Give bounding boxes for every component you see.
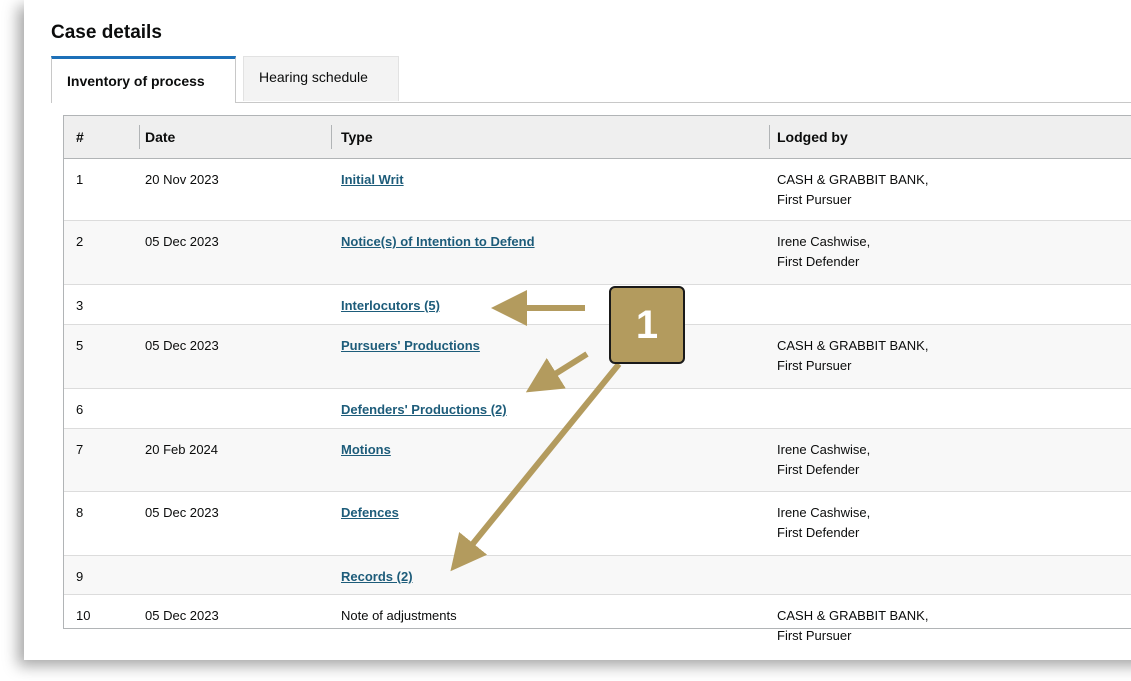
cell-type: Defenders' Productions (2): [341, 402, 507, 417]
inventory-table: # Date Type Lodged by 1 20 Nov 2023 Initia…: [63, 115, 1131, 643]
lodged-by-role: First Defender: [777, 462, 860, 477]
tab-hearing-schedule[interactable]: Hearing schedule: [243, 56, 399, 101]
table-row: 9 Records (2): [64, 556, 1131, 595]
lodged-by-name: CASH & GRABBIT BANK,: [777, 172, 929, 187]
document-type-link[interactable]: Records (2): [341, 569, 413, 584]
cell-type: Notice(s) of Intention to Defend: [341, 234, 535, 249]
cell-number: 9: [76, 569, 84, 584]
cell-number: 7: [76, 442, 84, 457]
cell-type: Defences: [341, 505, 399, 520]
cell-number: 8: [76, 505, 84, 520]
document-type-link[interactable]: Defences: [341, 505, 399, 520]
table-row: 8 05 Dec 2023 Defences Irene Cashwise, First…: [64, 492, 1131, 556]
document-type-text: Note of adjustments: [341, 608, 457, 623]
lodged-by-role: First Defender: [777, 254, 860, 269]
cell-type: Initial Writ: [341, 172, 404, 187]
column-header-type: Type: [341, 129, 373, 145]
document-type-link[interactable]: Initial Writ: [341, 172, 404, 187]
screenshot-frame: Case details Inventory of process Hearin…: [0, 0, 1131, 681]
cell-date: 20 Feb 2024: [145, 442, 219, 457]
cell-number: 2: [76, 234, 84, 249]
lodged-by-name: Irene Cashwise,: [777, 234, 871, 249]
table-row: 3 Interlocutors (5): [64, 285, 1131, 325]
cell-type: Motions: [341, 442, 391, 457]
document-type-link[interactable]: Motions: [341, 442, 391, 457]
cell-lodged-by: Irene Cashwise, First Defender: [777, 440, 870, 480]
table-header: # Date Type Lodged by: [64, 116, 1131, 159]
cell-lodged-by: CASH & GRABBIT BANK, First Pursuer: [777, 170, 928, 210]
lodged-by-role: First Pursuer: [777, 358, 852, 373]
case-details-card: Case details Inventory of process Hearin…: [24, 0, 1131, 660]
tab-bar: Inventory of process Hearing schedule: [51, 56, 1131, 103]
cell-number: 10: [76, 608, 91, 623]
annotation-badge: 1: [609, 286, 685, 364]
lodged-by-role: First Pursuer: [777, 192, 852, 207]
lodged-by-name: Irene Cashwise,: [777, 505, 871, 520]
cell-date: 05 Dec 2023: [145, 505, 219, 520]
cell-lodged-by: CASH & GRABBIT BANK, First Pursuer: [777, 606, 928, 646]
cell-type: Records (2): [341, 569, 413, 584]
cell-date: 20 Nov 2023: [145, 172, 219, 187]
table-row: 6 Defenders' Productions (2): [64, 389, 1131, 429]
tab-inventory-of-process[interactable]: Inventory of process: [51, 56, 236, 103]
column-header-number: #: [76, 129, 84, 145]
table-row: 2 05 Dec 2023 Notice(s) of Intention to De…: [64, 221, 1131, 285]
table-row: 1 20 Nov 2023 Initial Writ CASH & GRABBIT B…: [64, 159, 1131, 221]
cell-number: 1: [76, 172, 84, 187]
cell-lodged-by: CASH & GRABBIT BANK, First Pursuer: [777, 336, 928, 376]
lodged-by-name: Irene Cashwise,: [777, 442, 871, 457]
cell-lodged-by: Irene Cashwise, First Defender: [777, 232, 870, 272]
cell-number: 3: [76, 298, 84, 313]
column-divider: [331, 125, 332, 149]
lodged-by-name: CASH & GRABBIT BANK,: [777, 338, 929, 353]
column-header-date: Date: [145, 129, 176, 145]
page-title: Case details: [51, 22, 162, 43]
document-type-link[interactable]: Notice(s) of Intention to Defend: [341, 234, 535, 249]
cell-lodged-by: Irene Cashwise, First Defender: [777, 503, 870, 543]
column-divider: [769, 125, 770, 149]
cell-date: 05 Dec 2023: [145, 234, 219, 249]
cell-number: 5: [76, 338, 84, 353]
cell-date: 05 Dec 2023: [145, 608, 219, 623]
lodged-by-name: CASH & GRABBIT BANK,: [777, 608, 929, 623]
document-type-link[interactable]: Interlocutors (5): [341, 298, 440, 313]
column-divider: [139, 125, 140, 149]
cell-date: 05 Dec 2023: [145, 338, 219, 353]
document-type-link[interactable]: Defenders' Productions (2): [341, 402, 507, 417]
cell-type: Pursuers' Productions: [341, 338, 480, 353]
cell-type: Interlocutors (5): [341, 298, 440, 313]
column-header-lodged-by: Lodged by: [777, 129, 848, 145]
cell-number: 6: [76, 402, 84, 417]
document-type-link[interactable]: Pursuers' Productions: [341, 338, 480, 353]
cell-type: Note of adjustments: [341, 608, 457, 623]
table-row: 10 05 Dec 2023 Note of adjustments CASH & G…: [64, 595, 1131, 659]
lodged-by-role: First Pursuer: [777, 628, 852, 643]
table-row: 7 20 Feb 2024 Motions Irene Cashwise, First …: [64, 429, 1131, 492]
table-row: 5 05 Dec 2023 Pursuers' Productions CASH & …: [64, 325, 1131, 389]
lodged-by-role: First Defender: [777, 525, 860, 540]
